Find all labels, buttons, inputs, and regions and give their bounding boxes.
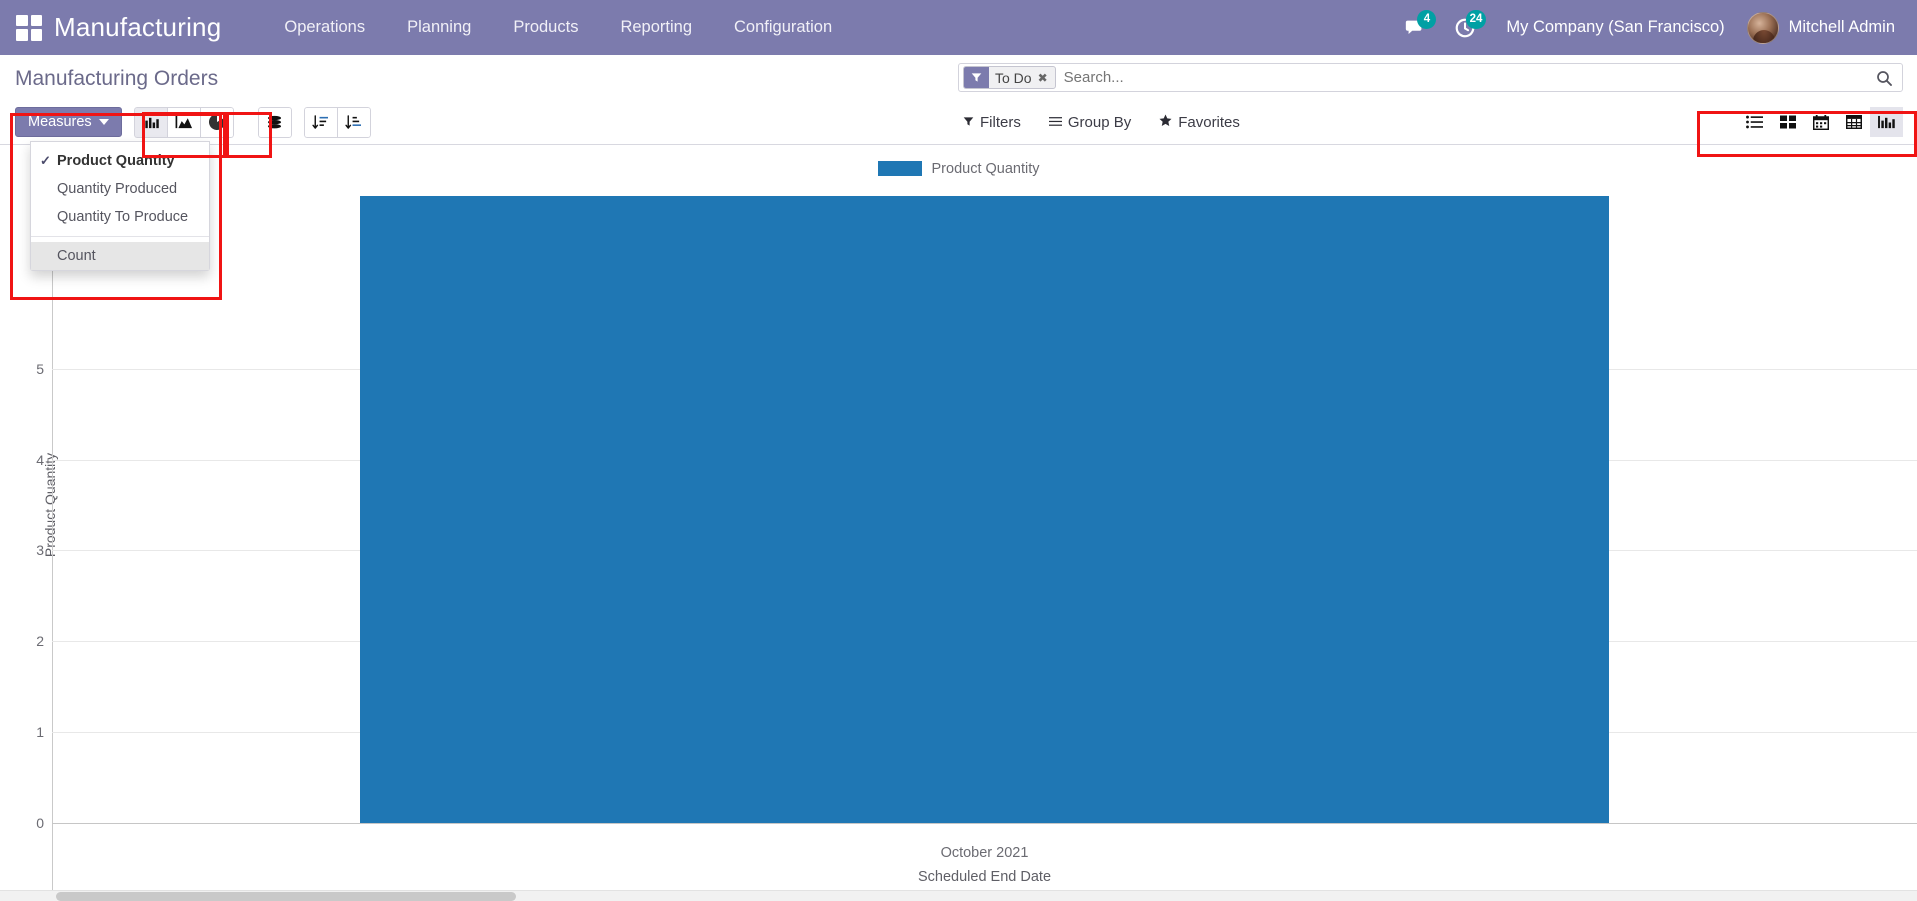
messages-count-badge: 4 bbox=[1417, 10, 1436, 29]
stack-button-group bbox=[258, 107, 292, 138]
y-axis-tick-label: 3 bbox=[36, 542, 44, 558]
filter-funnel-icon bbox=[963, 114, 974, 131]
calendar-view-icon[interactable] bbox=[1804, 107, 1837, 137]
apps-grid-icon[interactable] bbox=[16, 15, 42, 41]
filter-menus: Filters Group By Favorit bbox=[963, 114, 1240, 131]
search-input[interactable] bbox=[1056, 64, 1866, 91]
menu-configuration[interactable]: Configuration bbox=[713, 1, 853, 54]
sort-descending-icon[interactable] bbox=[304, 107, 338, 138]
favorites-menu[interactable]: Favorites bbox=[1159, 114, 1240, 131]
y-axis-title: Product Quantity bbox=[42, 453, 58, 557]
navbar-right: 4 24 My Company (San Francisco) Mitchell… bbox=[1390, 0, 1917, 55]
filters-label: Filters bbox=[980, 114, 1021, 131]
bar-october-2021[interactable] bbox=[360, 196, 1610, 823]
control-panel-bottom-row: Measures Product QuantityQuantity Produc… bbox=[0, 99, 1917, 145]
graph-view-icon[interactable] bbox=[1870, 107, 1903, 137]
search-icon[interactable] bbox=[1866, 64, 1902, 91]
y-axis-tick-label: 4 bbox=[36, 452, 44, 468]
menu-divider bbox=[31, 236, 209, 237]
company-switcher[interactable]: My Company (San Francisco) bbox=[1490, 18, 1746, 37]
bar-chart-icon[interactable] bbox=[134, 107, 168, 138]
group-by-label: Group By bbox=[1068, 114, 1131, 131]
filters-menu[interactable]: Filters bbox=[963, 114, 1021, 131]
favorites-label: Favorites bbox=[1178, 114, 1240, 131]
close-icon[interactable]: ✖ bbox=[1038, 67, 1055, 88]
y-axis-tick-label: 1 bbox=[36, 724, 44, 740]
x-axis-tick-label: October 2021 bbox=[941, 845, 1029, 861]
menu-operations[interactable]: Operations bbox=[263, 1, 386, 54]
sort-ascending-icon[interactable] bbox=[337, 107, 371, 138]
view-switcher bbox=[1738, 107, 1903, 137]
measures-menu: Product QuantityQuantity ProducedQuantit… bbox=[30, 141, 210, 271]
sort-button-group bbox=[304, 107, 371, 138]
y-axis-line bbox=[52, 179, 53, 901]
legend-label-product-quantity: Product Quantity bbox=[932, 161, 1040, 177]
measures-button[interactable]: Measures bbox=[15, 107, 122, 137]
y-axis-tick-label: 2 bbox=[36, 633, 44, 649]
filter-funnel-icon bbox=[964, 67, 989, 88]
top-navbar: Manufacturing Operations Planning Produc… bbox=[0, 0, 1917, 55]
measures-button-label: Measures bbox=[28, 114, 92, 130]
chevron-down-icon bbox=[99, 119, 109, 125]
page-title: Manufacturing Orders bbox=[0, 67, 218, 91]
search-view[interactable]: To Do ✖ bbox=[958, 63, 1903, 92]
app-brand-manufacturing[interactable]: Manufacturing bbox=[54, 12, 221, 43]
star-icon bbox=[1159, 114, 1172, 131]
legend-swatch-product-quantity bbox=[878, 161, 922, 176]
scrollbar-thumb[interactable] bbox=[56, 892, 516, 901]
search-zone: To Do ✖ bbox=[958, 63, 1903, 92]
measure-item-count[interactable]: Count bbox=[31, 242, 209, 270]
menu-products[interactable]: Products bbox=[492, 1, 599, 54]
kanban-view-icon[interactable] bbox=[1771, 107, 1804, 137]
control-panel: Manufacturing Orders To Do ✖ bbox=[0, 55, 1917, 145]
search-facet-label: To Do bbox=[989, 67, 1038, 88]
user-avatar bbox=[1747, 12, 1779, 44]
measure-item-quantity-produced[interactable]: Quantity Produced bbox=[31, 175, 209, 203]
chart-legend: Product Quantity bbox=[0, 145, 1917, 179]
graph-view-content: Product Quantity Product Quantity 0 1 2 3 4 5… bbox=[0, 145, 1917, 901]
x-axis-title: Scheduled End Date bbox=[918, 869, 1051, 885]
measures-dropdown-wrapper: Measures Product QuantityQuantity Produc… bbox=[15, 107, 122, 137]
messages-button[interactable]: 4 bbox=[1390, 0, 1440, 55]
measure-item-quantity-to-produce[interactable]: Quantity To Produce bbox=[31, 203, 209, 231]
search-facet-to-do[interactable]: To Do ✖ bbox=[963, 66, 1056, 89]
menu-planning[interactable]: Planning bbox=[386, 1, 492, 54]
horizontal-scrollbar[interactable] bbox=[0, 890, 1917, 901]
main-menu: Operations Planning Products Reporting C… bbox=[263, 1, 853, 54]
gridline-0 bbox=[52, 823, 1917, 824]
chart-plot-area[interactable]: Product Quantity 0 1 2 3 4 5 October 2021 Sched… bbox=[0, 179, 1917, 901]
group-lines-icon bbox=[1049, 114, 1062, 131]
stacked-icon[interactable] bbox=[258, 107, 292, 138]
line-chart-icon[interactable] bbox=[167, 107, 201, 138]
activities-button[interactable]: 24 bbox=[1440, 0, 1490, 55]
control-panel-top-row: Manufacturing Orders To Do ✖ bbox=[0, 55, 1917, 99]
y-axis-tick-label: 5 bbox=[36, 361, 44, 377]
list-view-icon[interactable] bbox=[1738, 107, 1771, 137]
pie-chart-icon[interactable] bbox=[200, 107, 234, 138]
user-name-label: Mitchell Admin bbox=[1789, 18, 1895, 37]
menu-reporting[interactable]: Reporting bbox=[599, 1, 713, 54]
group-by-menu[interactable]: Group By bbox=[1049, 114, 1131, 131]
chart-type-button-group bbox=[134, 107, 234, 138]
measure-item-product-quantity[interactable]: Product Quantity bbox=[31, 147, 209, 175]
pivot-view-icon[interactable] bbox=[1837, 107, 1870, 137]
user-menu[interactable]: Mitchell Admin bbox=[1747, 12, 1895, 44]
activities-count-badge: 24 bbox=[1466, 10, 1487, 29]
y-axis-tick-label: 0 bbox=[36, 815, 44, 831]
